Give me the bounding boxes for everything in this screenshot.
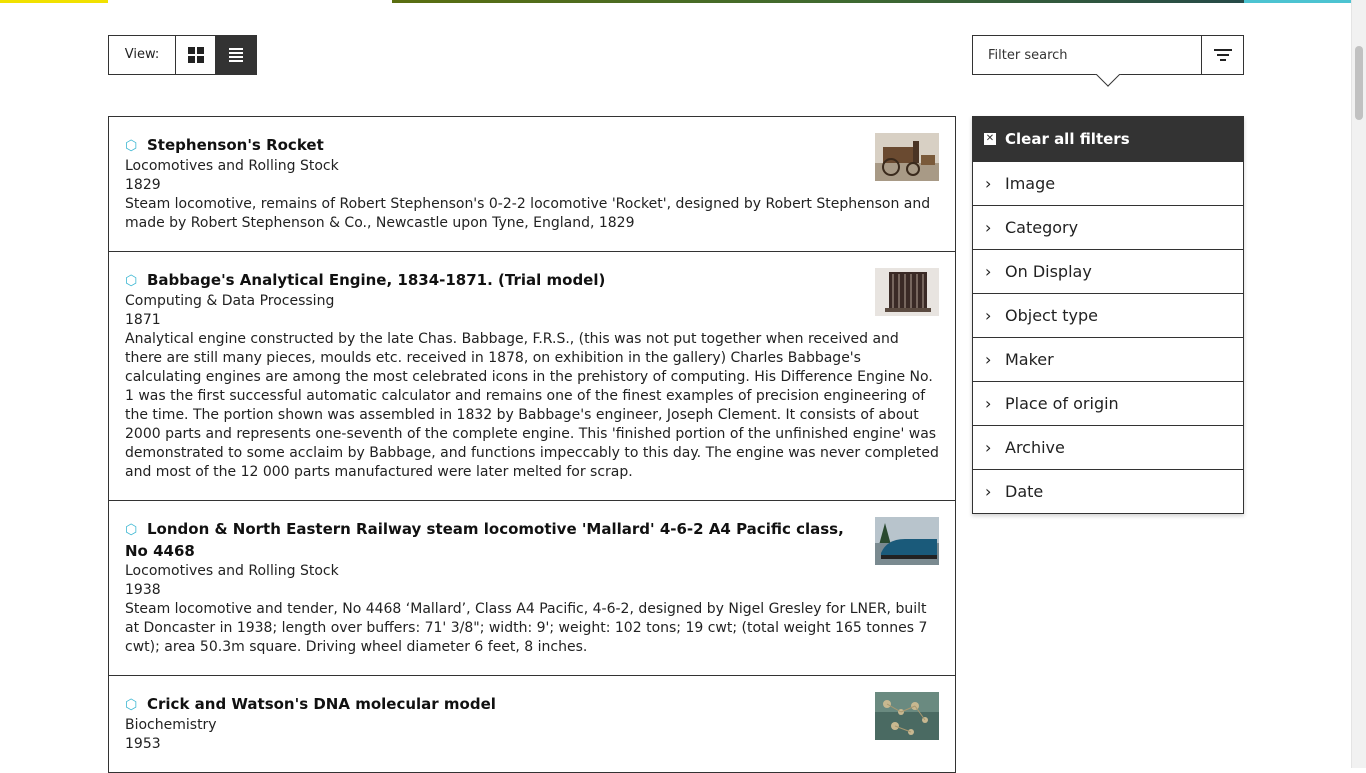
3d-cube-icon: ⬡ <box>125 522 138 538</box>
result-category: Locomotives and Rolling Stock <box>125 158 339 174</box>
filter-item-date[interactable]: › Date <box>973 469 1243 513</box>
filter-panel: ✕ Clear all filters › Image › Category › On… <box>972 116 1244 514</box>
result-thumbnail[interactable] <box>875 517 939 565</box>
filter-item-category[interactable]: › Category <box>973 205 1243 249</box>
result-date: 1871 <box>125 312 161 328</box>
chevron-right-icon: › <box>985 174 992 193</box>
filter-item-label: Object type <box>1005 306 1098 325</box>
filter-item-label: Maker <box>1005 350 1054 369</box>
close-icon: ✕ <box>984 133 996 145</box>
chevron-right-icon: › <box>985 482 992 501</box>
result-item[interactable]: ⬡ Stephenson's Rocket Locomotives and Rol… <box>108 116 956 252</box>
result-category: Biochemistry <box>125 717 217 733</box>
grid-view-button[interactable] <box>176 36 216 74</box>
chevron-right-icon: › <box>985 218 992 237</box>
result-item[interactable]: ⬡ London & North Eastern Railway steam lo… <box>108 501 956 676</box>
filter-search-input[interactable] <box>973 36 1202 74</box>
result-title[interactable]: ⬡ London & North Eastern Railway steam lo… <box>125 519 939 562</box>
chevron-right-icon: › <box>985 306 992 325</box>
filter-item-label: On Display <box>1005 262 1092 281</box>
result-category: Computing & Data Processing <box>125 293 335 309</box>
chevron-right-icon: › <box>985 438 992 457</box>
filter-item-object-type[interactable]: › Object type <box>973 293 1243 337</box>
result-thumbnail[interactable] <box>875 268 939 316</box>
result-title[interactable]: ⬡ Stephenson's Rocket <box>125 135 939 157</box>
result-date: 1829 <box>125 177 161 193</box>
filter-icon <box>1213 49 1232 51</box>
result-category: Locomotives and Rolling Stock <box>125 563 339 579</box>
filter-toggle-button[interactable] <box>1201 36 1243 74</box>
filter-item-on-display[interactable]: › On Display <box>973 249 1243 293</box>
result-date: 1938 <box>125 582 161 598</box>
chevron-right-icon: › <box>985 262 992 281</box>
filter-item-archive[interactable]: › Archive <box>973 425 1243 469</box>
strip-cyan <box>1244 0 1351 3</box>
chevron-right-icon: › <box>985 394 992 413</box>
view-label: View: <box>109 36 176 74</box>
scrollbar-thumb[interactable] <box>1355 46 1363 120</box>
filter-icon-line <box>1216 54 1229 56</box>
view-toggle: View: <box>108 35 257 75</box>
chevron-right-icon: › <box>985 350 992 369</box>
3d-cube-icon: ⬡ <box>125 697 138 713</box>
filter-item-image[interactable]: › Image <box>973 161 1243 205</box>
filter-item-label: Image <box>1005 174 1056 193</box>
top-color-strip <box>0 0 1351 3</box>
3d-cube-icon: ⬡ <box>125 138 138 154</box>
result-title-text[interactable]: Crick and Watson's DNA molecular model <box>147 695 496 713</box>
result-title[interactable]: ⬡ Babbage's Analytical Engine, 1834-1871.… <box>125 270 939 292</box>
clear-all-label: Clear all filters <box>1005 130 1130 148</box>
filter-item-label: Archive <box>1005 438 1065 457</box>
filter-item-label: Category <box>1005 218 1079 237</box>
filter-item-label: Place of origin <box>1005 394 1119 413</box>
list-view-button[interactable] <box>216 36 256 74</box>
result-thumbnail[interactable] <box>875 133 939 181</box>
strip-teal-dark <box>842 0 1244 3</box>
strip-yellow <box>0 0 108 3</box>
filter-item-label: Date <box>1005 482 1044 501</box>
result-title[interactable]: ⬡ Crick and Watson's DNA molecular model <box>125 694 939 716</box>
3d-cube-icon: ⬡ <box>125 273 138 289</box>
page-scrollbar[interactable] <box>1351 0 1366 768</box>
result-date: 1953 <box>125 736 161 752</box>
grid-icon <box>187 47 204 63</box>
result-description: Steam locomotive and tender, No 4468 ‘Ma… <box>125 601 928 655</box>
results-list: ⬡ Stephenson's Rocket Locomotives and Rol… <box>108 116 956 773</box>
result-description: Steam locomotive, remains of Robert Step… <box>125 196 931 231</box>
filter-search <box>972 35 1244 75</box>
list-icon <box>229 48 243 62</box>
strip-olive <box>392 0 842 3</box>
filter-icon-line <box>1219 59 1226 61</box>
result-title-text[interactable]: Babbage's Analytical Engine, 1834-1871. … <box>147 271 605 289</box>
filter-item-maker[interactable]: › Maker <box>973 337 1243 381</box>
result-thumbnail[interactable] <box>875 692 939 740</box>
result-item[interactable]: ⬡ Babbage's Analytical Engine, 1834-1871.… <box>108 252 956 501</box>
clear-all-filters-button[interactable]: ✕ Clear all filters <box>973 117 1243 161</box>
result-description: Analytical engine constructed by the lat… <box>125 331 939 480</box>
filter-item-place-of-origin[interactable]: › Place of origin <box>973 381 1243 425</box>
result-title-text[interactable]: London & North Eastern Railway steam loc… <box>125 520 844 560</box>
result-title-text[interactable]: Stephenson's Rocket <box>147 136 324 154</box>
result-item[interactable]: ⬡ Crick and Watson's DNA molecular model … <box>108 676 956 773</box>
dropdown-pointer <box>1095 74 1121 88</box>
